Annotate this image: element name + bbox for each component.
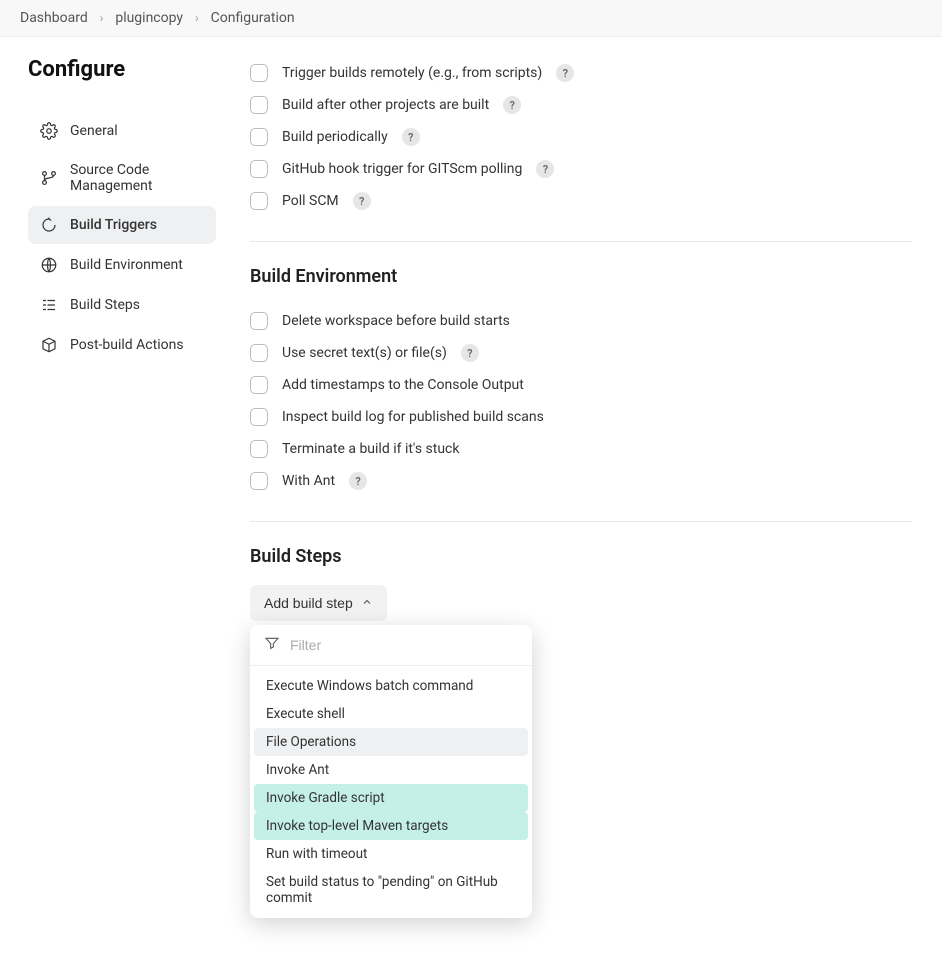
- dropdown-option[interactable]: Invoke Ant: [254, 756, 528, 784]
- section-build-environment: Build Environment Delete workspace befor…: [250, 266, 912, 522]
- env-label: Add timestamps to the Console Output: [282, 377, 524, 393]
- help-icon[interactable]: ?: [556, 64, 574, 82]
- env-checkbox[interactable]: [250, 408, 268, 426]
- env-label: Use secret text(s) or file(s): [282, 345, 447, 361]
- sidebar-item-scm[interactable]: Source Code Management: [28, 152, 216, 204]
- sidebar-item-label: Build Triggers: [70, 217, 157, 233]
- env-checkbox[interactable]: [250, 440, 268, 458]
- help-icon[interactable]: ?: [536, 160, 554, 178]
- breadcrumb-item-dashboard[interactable]: Dashboard: [20, 10, 88, 26]
- sidebar-item-general[interactable]: General: [28, 112, 216, 150]
- sidebar-item-label: Post-build Actions: [70, 337, 184, 353]
- steps-icon: [40, 296, 58, 314]
- trigger-row: Build periodically?: [250, 121, 912, 153]
- add-build-step-dropdown: Execute Windows batch commandExecute she…: [250, 625, 532, 918]
- env-row: Terminate a build if it's stuck: [250, 433, 912, 465]
- trigger-checkbox[interactable]: [250, 160, 268, 178]
- sidebar: Configure General Source Code Management…: [0, 57, 230, 966]
- sidebar-item-label: Build Environment: [70, 257, 183, 273]
- help-icon[interactable]: ?: [353, 192, 371, 210]
- env-label: Terminate a build if it's stuck: [282, 441, 459, 457]
- sidebar-item-build-environment[interactable]: Build Environment: [28, 246, 216, 284]
- dropdown-filter-input[interactable]: [290, 637, 518, 653]
- filter-icon: [264, 635, 280, 655]
- trigger-row: Build after other projects are built?: [250, 89, 912, 121]
- env-row: Inspect build log for published build sc…: [250, 401, 912, 433]
- env-row: With Ant?: [250, 465, 912, 497]
- env-checkbox[interactable]: [250, 344, 268, 362]
- help-icon[interactable]: ?: [349, 472, 367, 490]
- package-icon: [40, 336, 58, 354]
- env-label: Delete workspace before build starts: [282, 313, 510, 329]
- sidebar-item-label: Build Steps: [70, 297, 140, 313]
- env-row: Delete workspace before build starts: [250, 305, 912, 337]
- dropdown-option[interactable]: Execute Windows batch command: [254, 672, 528, 700]
- sidebar-item-label: General: [70, 123, 118, 139]
- section-heading-build-environment: Build Environment: [250, 266, 912, 287]
- chevron-up-icon: [361, 595, 373, 611]
- gear-icon: [40, 122, 58, 140]
- env-row: Use secret text(s) or file(s)?: [250, 337, 912, 369]
- trigger-row: GitHub hook trigger for GITScm polling?: [250, 153, 912, 185]
- dropdown-filter-row: [250, 625, 532, 666]
- trigger-label: Build periodically: [282, 129, 388, 145]
- env-checkbox[interactable]: [250, 312, 268, 330]
- chevron-right-icon: ›: [100, 11, 104, 25]
- trigger-label: Trigger builds remotely (e.g., from scri…: [282, 65, 542, 81]
- chevron-right-icon: ›: [195, 11, 199, 25]
- help-icon[interactable]: ?: [461, 344, 479, 362]
- env-label: With Ant: [282, 473, 335, 489]
- breadcrumb-item-project[interactable]: plugincopy: [115, 10, 183, 26]
- trigger-icon: [40, 216, 58, 234]
- dropdown-option[interactable]: Execute shell: [254, 700, 528, 728]
- env-checkbox[interactable]: [250, 376, 268, 394]
- section-build-steps: Build Steps Add build step Execute Windo…: [250, 546, 912, 942]
- env-row: Add timestamps to the Console Output: [250, 369, 912, 401]
- help-icon[interactable]: ?: [402, 128, 420, 146]
- trigger-label: GitHub hook trigger for GITScm polling: [282, 161, 522, 177]
- add-build-step-button[interactable]: Add build step: [250, 585, 387, 621]
- add-build-step-label: Add build step: [264, 595, 353, 611]
- env-label: Inspect build log for published build sc…: [282, 409, 544, 425]
- trigger-label: Build after other projects are built: [282, 97, 489, 113]
- trigger-checkbox[interactable]: [250, 128, 268, 146]
- trigger-checkbox[interactable]: [250, 192, 268, 210]
- trigger-row: Trigger builds remotely (e.g., from scri…: [250, 57, 912, 89]
- dropdown-option[interactable]: File Operations: [254, 728, 528, 756]
- trigger-label: Poll SCM: [282, 193, 339, 209]
- trigger-checkbox[interactable]: [250, 64, 268, 82]
- trigger-checkbox[interactable]: [250, 96, 268, 114]
- sidebar-item-post-build[interactable]: Post-build Actions: [28, 326, 216, 364]
- branch-icon: [40, 169, 58, 187]
- breadcrumb: Dashboard › plugincopy › Configuration: [0, 0, 942, 37]
- env-checkbox[interactable]: [250, 472, 268, 490]
- main-content: Trigger builds remotely (e.g., from scri…: [230, 57, 942, 966]
- dropdown-option[interactable]: Run with timeout: [254, 840, 528, 868]
- trigger-row: Poll SCM?: [250, 185, 912, 217]
- sidebar-item-build-steps[interactable]: Build Steps: [28, 286, 216, 324]
- sidebar-item-label: Source Code Management: [70, 162, 204, 194]
- section-build-triggers: Trigger builds remotely (e.g., from scri…: [250, 57, 912, 242]
- page-title: Configure: [28, 57, 216, 82]
- section-heading-build-steps: Build Steps: [250, 546, 912, 567]
- globe-icon: [40, 256, 58, 274]
- dropdown-option[interactable]: Invoke Gradle script: [254, 784, 528, 812]
- breadcrumb-item-page[interactable]: Configuration: [211, 10, 295, 26]
- help-icon[interactable]: ?: [503, 96, 521, 114]
- dropdown-option[interactable]: Invoke top-level Maven targets: [254, 812, 528, 840]
- dropdown-option[interactable]: Set build status to "pending" on GitHub …: [254, 868, 528, 912]
- sidebar-item-build-triggers[interactable]: Build Triggers: [28, 206, 216, 244]
